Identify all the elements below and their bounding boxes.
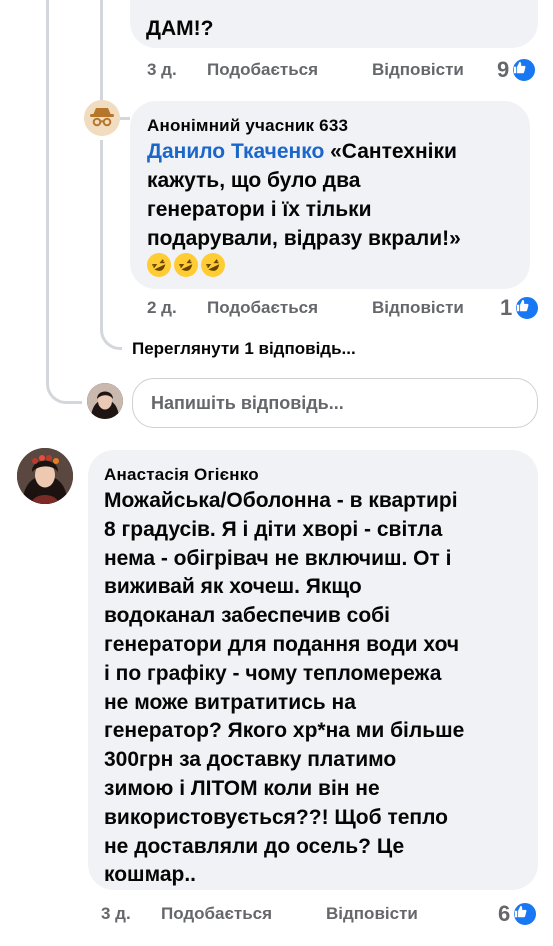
anon-avatar[interactable] xyxy=(84,100,120,136)
thread-curve-view xyxy=(100,140,122,350)
reply-text: Данило Ткаченко «Сантехніки кажуть, що б… xyxy=(147,137,527,253)
comment-actions-main: 3 д. Подобається Відповісти 6 xyxy=(101,901,546,927)
reply-reply-button[interactable]: Відповісти xyxy=(372,298,500,318)
comment-line: і по графіку - чому тепломережа xyxy=(104,661,442,685)
comment-main-like-button[interactable]: Подобається xyxy=(161,904,326,924)
comment-line: виживай як хочеш. Якщо xyxy=(104,575,362,599)
comment-time[interactable]: 3 д. xyxy=(147,60,207,80)
comment-main-reply-button[interactable]: Відповісти xyxy=(326,904,498,924)
user-photo-icon xyxy=(87,383,123,419)
reply-line-1: «Сантехніки xyxy=(324,140,457,163)
thread-line-outer xyxy=(46,0,49,372)
like-count[interactable]: 9 xyxy=(497,57,509,83)
comment-line: нема - обігрівач не включиш. От і xyxy=(104,546,452,570)
like-icon xyxy=(514,295,541,321)
comment-main-like-count[interactable]: 6 xyxy=(498,901,510,927)
comment-actions-top: 3 д. Подобається Відповісти 9 xyxy=(147,57,547,83)
reply-like-count[interactable]: 1 xyxy=(500,295,512,321)
current-user-avatar[interactable] xyxy=(87,383,123,419)
like-icon xyxy=(512,901,539,927)
reply-time[interactable]: 2 д. xyxy=(147,298,207,318)
reply-like-button[interactable]: Подобається xyxy=(207,298,372,318)
comment-text-tail: ДАМ!? xyxy=(146,17,214,40)
reply-emojis xyxy=(146,252,227,278)
author-avatar[interactable] xyxy=(17,448,73,504)
reply-input-placeholder: Напишіть відповідь... xyxy=(151,392,344,413)
like-button[interactable]: Подобається xyxy=(207,60,372,80)
reply-author[interactable]: Анонімний учасник 633 xyxy=(147,116,348,136)
rofl-emoji-icon xyxy=(147,253,171,277)
thread-curve-input xyxy=(46,360,82,404)
comment-line: зимою і ЛІТОМ коли він не xyxy=(104,776,380,800)
comment-text: Можайська/Оболонна - в квартирі 8 градус… xyxy=(104,487,534,890)
comment-line: генератори для подання води хоч xyxy=(104,632,460,656)
comment-line: 8 градусів. Я і діти хворі - світла xyxy=(104,517,443,541)
like-icon xyxy=(511,57,538,83)
comment-author[interactable]: Анастасія Огієнко xyxy=(104,465,259,485)
comment-line: не доставляли до осель? Це xyxy=(104,834,405,858)
author-photo-icon xyxy=(17,448,73,504)
comment-line: водоканал забеспечив собі xyxy=(104,604,390,628)
view-replies-link[interactable]: Переглянути 1 відповідь... xyxy=(132,339,356,359)
comment-line: 300грн за доставку платимо xyxy=(104,748,397,772)
anonymous-icon xyxy=(84,100,120,136)
mention-link[interactable]: Данило Ткаченко xyxy=(147,140,324,163)
rofl-emoji-icon xyxy=(174,253,198,277)
comment-line: генератор? Якого хр*на ми більше xyxy=(104,719,465,743)
comment-main-time[interactable]: 3 д. xyxy=(101,904,161,924)
thread-line-inner xyxy=(100,0,103,80)
comment-line: не може витратитись на xyxy=(104,690,356,714)
reply-line-3: генератори і їх тільки xyxy=(147,198,372,221)
reply-line-2: кажуть, що було два xyxy=(147,169,361,192)
comment-line: Можайська/Оболонна - в квартирі xyxy=(104,489,458,512)
reply-button[interactable]: Відповісти xyxy=(372,60,497,80)
reply-line-4: подарували, відразу вкрали!» xyxy=(147,227,461,250)
reply-actions: 2 д. Подобається Відповісти 1 xyxy=(147,295,547,321)
reply-input[interactable]: Напишіть відповідь... xyxy=(132,378,538,428)
rofl-emoji-icon xyxy=(201,253,225,277)
comment-line: кошмар.. xyxy=(104,863,196,887)
comment-line: використовується??! Щоб тепло xyxy=(104,805,448,829)
